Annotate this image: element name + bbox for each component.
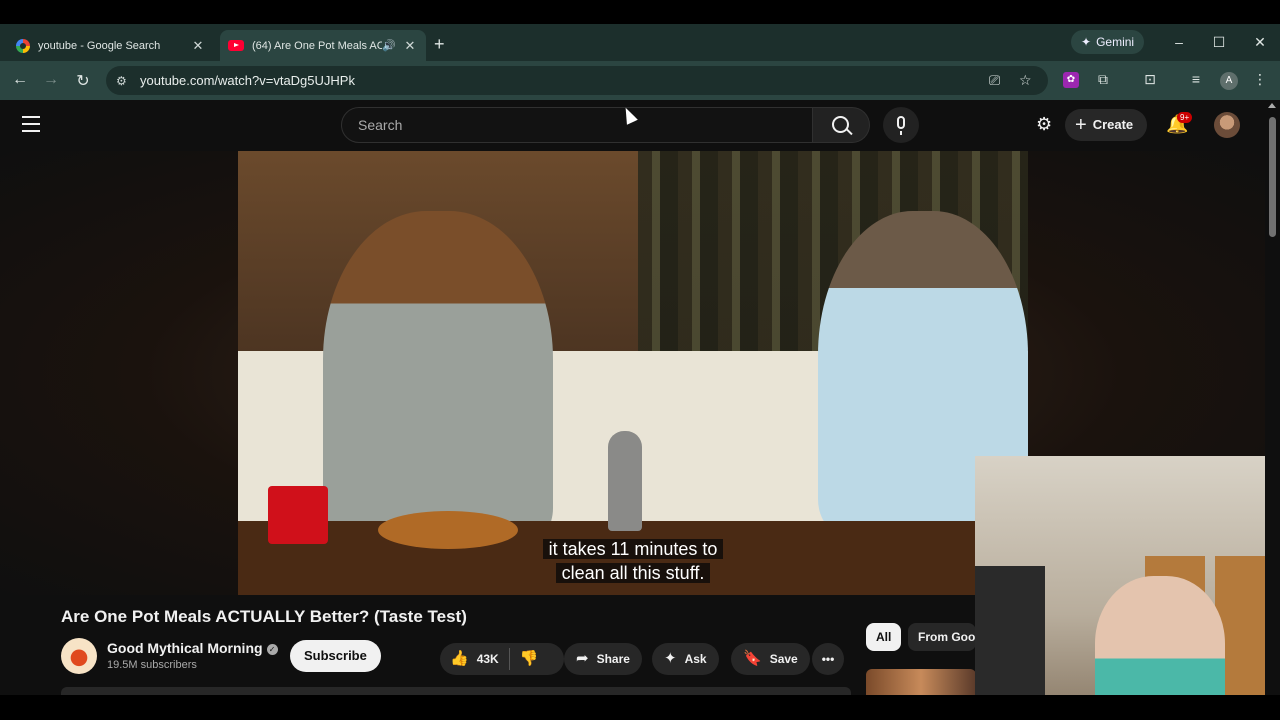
gemini-button[interactable]: ✦ Gemini <box>1071 30 1145 54</box>
red-mug <box>268 486 328 544</box>
notification-badge: 9+ <box>1177 112 1193 123</box>
minimize-icon[interactable]: – <box>1169 30 1189 54</box>
thumbs-down-icon[interactable]: 👎 <box>520 643 539 675</box>
tab-title: youtube - Google Search <box>38 39 161 52</box>
video-caption: it takes 11 minutes to clean all this st… <box>533 537 733 585</box>
subscribe-button[interactable]: Subscribe <box>290 640 381 672</box>
chip-from-channel[interactable]: From Good <box>908 623 976 651</box>
extensions-puzzle-icon[interactable]: ⧉ <box>1093 71 1113 88</box>
search-icon <box>832 116 849 133</box>
site-info-icon[interactable]: ⚙ <box>116 74 130 88</box>
youtube-icon <box>228 40 244 51</box>
forward-icon[interactable]: → <box>41 71 61 89</box>
bookmark-star-icon[interactable]: ☆ <box>1019 72 1032 89</box>
verified-icon: ✓ <box>266 644 278 655</box>
youtube-header: Search ⚙ + Create 🔔 9+ <box>0 100 1280 151</box>
tab-google-search[interactable]: youtube - Google Search ✕ <box>8 30 214 61</box>
media-queue-icon[interactable]: ≡ <box>1186 71 1206 87</box>
gemini-label: Gemini <box>1096 35 1135 49</box>
host-left <box>323 211 553 541</box>
new-tab-button[interactable]: + <box>434 34 445 55</box>
extension-purple-icon[interactable]: ✿ <box>1063 72 1079 88</box>
skillet <box>378 511 518 549</box>
thumbs-up-icon[interactable]: 👍 <box>450 643 469 675</box>
microphone-prop <box>608 431 642 531</box>
screen-bottom-edge <box>0 695 1280 720</box>
url-text[interactable]: youtube.com/watch?v=vtaDg5UJHPk <box>140 73 355 88</box>
close-tab-icon[interactable]: ✕ <box>190 38 206 54</box>
caption-line-1: it takes 11 minutes to <box>542 539 724 559</box>
like-count[interactable]: 43K <box>477 643 499 675</box>
divider <box>508 648 510 670</box>
more-actions-button[interactable]: ••• <box>812 643 844 675</box>
voice-search-icon[interactable] <box>883 107 919 143</box>
tab-search-icon[interactable]: ⊡ <box>1140 71 1160 88</box>
channel-avatar[interactable] <box>61 638 97 674</box>
share-button[interactable]: ➦ Share <box>564 643 642 675</box>
sparkle-icon: ✦ <box>1081 35 1092 49</box>
caption-line-2: clean all this stuff. <box>555 563 711 583</box>
channel-name[interactable]: Good Mythical Morning ✓ <box>107 640 278 656</box>
reload-icon[interactable]: ↻ <box>73 71 93 91</box>
account-avatar[interactable] <box>1214 112 1240 138</box>
description-box[interactable] <box>61 687 851 695</box>
address-bar[interactable]: ⚙ youtube.com/watch?v=vtaDg5UJHPk ⎚ ☆ <box>106 66 1048 95</box>
ask-button[interactable]: ✦ Ask <box>652 643 719 675</box>
video-player[interactable]: it takes 11 minutes to clean all this st… <box>238 151 1028 595</box>
chip-all[interactable]: All <box>866 623 902 651</box>
google-icon <box>16 38 30 53</box>
share-arrow-icon: ➦ <box>576 650 589 667</box>
tab-youtube-video[interactable]: (64) Are One Pot Meals ACT 🔊 ✕ <box>220 30 426 61</box>
subscriber-count: 19.5M subscribers <box>107 659 197 671</box>
window-close-icon[interactable]: ✕ <box>1250 30 1270 54</box>
create-label: Create <box>1092 117 1134 132</box>
tab-title: (64) Are One Pot Meals ACT <box>252 39 383 52</box>
more-horizontal-icon: ••• <box>821 652 835 666</box>
share-label: Share <box>596 652 630 666</box>
save-button[interactable]: 🔖 Save <box>731 643 810 675</box>
hamburger-menu-icon[interactable] <box>22 116 40 137</box>
save-label: Save <box>769 652 798 666</box>
scroll-up-arrow-icon[interactable] <box>1268 103 1276 108</box>
speaker-icon[interactable]: 🔊 <box>382 39 396 52</box>
maximize-icon[interactable]: ☐ <box>1209 30 1229 54</box>
screen-top-edge <box>0 0 1280 24</box>
search-input[interactable]: Search <box>341 107 813 143</box>
related-video-thumbnail[interactable] <box>866 669 976 695</box>
install-app-icon[interactable]: ⎚ <box>989 72 1000 89</box>
channel-name-text[interactable]: Good Mythical Morning <box>107 640 263 656</box>
ask-label: Ask <box>684 652 707 666</box>
sparkle-icon: ✦ <box>664 650 677 667</box>
browser-tab-strip: youtube - Google Search ✕ (64) Are One P… <box>0 24 1280 61</box>
video-title: Are One Pot Meals ACTUALLY Better? (Tast… <box>61 607 467 626</box>
browser-menu-icon[interactable]: ⋮ <box>1250 71 1270 88</box>
scrollbar-thumb[interactable] <box>1269 117 1276 237</box>
like-dislike-group: 👍 43K 👎 <box>440 643 564 675</box>
browser-toolbar: ← → ↻ ⚙ youtube.com/watch?v=vtaDg5UJHPk … <box>0 61 1280 100</box>
bookmark-icon: 🔖 <box>743 650 762 667</box>
browser-profile-avatar[interactable]: A <box>1220 72 1238 90</box>
search-button[interactable] <box>813 107 870 143</box>
studio-gear-icon[interactable]: ⚙ <box>1036 114 1052 135</box>
create-button[interactable]: + Create <box>1065 109 1148 141</box>
webcam-overlay <box>975 456 1280 720</box>
plus-icon: + <box>1075 114 1087 136</box>
close-tab-icon[interactable]: ✕ <box>402 38 418 54</box>
back-icon[interactable]: ← <box>10 71 30 89</box>
